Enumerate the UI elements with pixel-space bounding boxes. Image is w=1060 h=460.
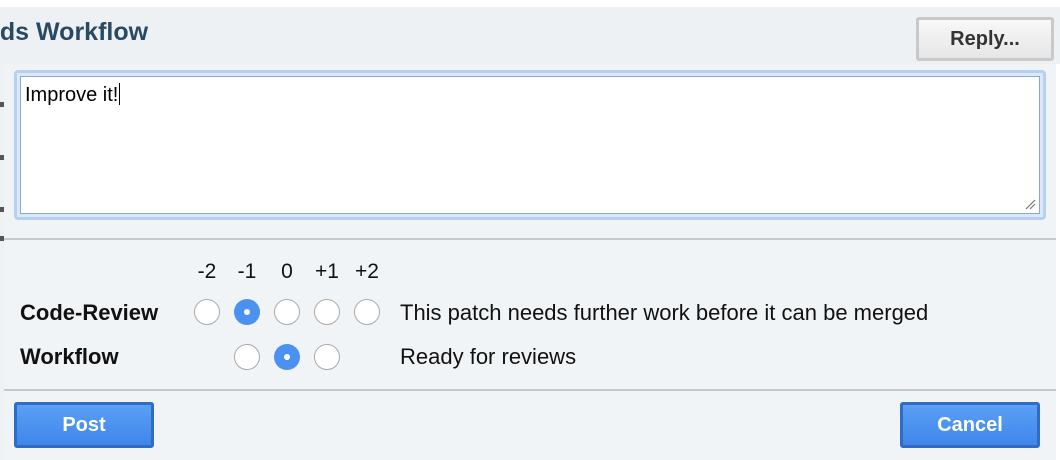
post-button[interactable]: Post (14, 402, 154, 448)
resize-grip-icon[interactable] (1024, 198, 1036, 210)
workflow-radio-0[interactable] (274, 344, 300, 370)
divider-top (4, 238, 1056, 240)
dialog-edge (1056, 64, 1060, 460)
code-review-radio-plus-1[interactable] (314, 299, 340, 325)
page-title: eds Workflow (0, 18, 149, 46)
reply-button[interactable]: Reply... (916, 17, 1054, 61)
workflow-radio-plus-1[interactable] (314, 344, 340, 370)
cancel-button[interactable]: Cancel (900, 402, 1040, 448)
text-caret (119, 83, 121, 105)
workflow-radio-minus-1[interactable] (234, 344, 260, 370)
code-review-radio-plus-2[interactable] (354, 299, 380, 325)
message-field-focus-ring: Improve it! (14, 70, 1046, 220)
message-text: Improve it! (25, 84, 119, 106)
message-textarea[interactable]: Improve it! (20, 76, 1040, 214)
score-label: +2 (355, 260, 379, 283)
score-label: +1 (315, 260, 339, 283)
code-review-radio-minus-1[interactable] (234, 299, 260, 325)
score-label: -1 (237, 260, 257, 283)
label-description: This patch needs further work before it … (400, 300, 929, 325)
label-description: Ready for reviews (400, 344, 577, 369)
page-top-edge (0, 0, 1060, 7)
label-name: Code-Review (20, 300, 159, 325)
score-label: -2 (197, 260, 217, 283)
score-label: 0 (281, 260, 293, 283)
code-review-radio-0[interactable] (274, 299, 300, 325)
label-name: Workflow (20, 344, 119, 369)
code-review-radio-minus-2[interactable] (194, 299, 220, 325)
reply-dialog: Improve it! -2 -1 0 +1 +2 Code-Review Th… (4, 64, 1056, 460)
divider-bottom (4, 389, 1056, 391)
